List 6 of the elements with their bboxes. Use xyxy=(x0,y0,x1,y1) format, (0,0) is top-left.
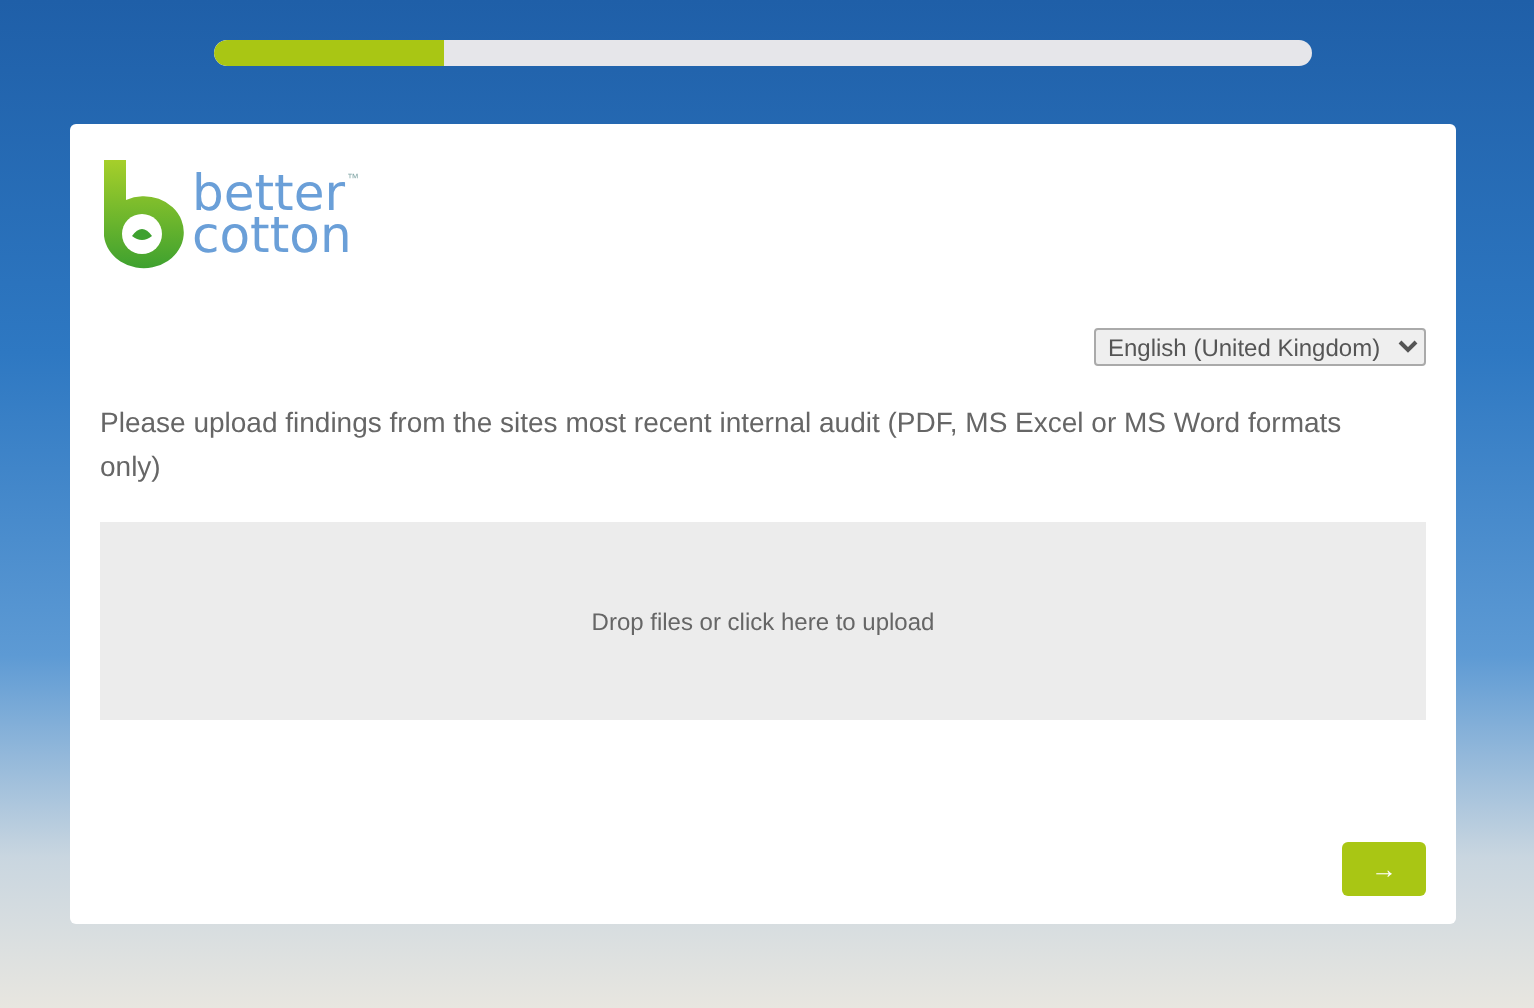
logo-text: cotton xyxy=(192,214,354,256)
question-text: Please upload findings from the sites most recent internal audit (PDF, MS Excel or MS Word formats only) xyxy=(100,404,1344,486)
file-drop-zone[interactable]: Drop files or click here to upload xyxy=(100,522,1426,720)
language-select[interactable]: English (United Kingdom) xyxy=(1094,328,1426,366)
logo-text: better xyxy=(192,172,346,214)
cotton-logo-icon xyxy=(100,156,184,272)
